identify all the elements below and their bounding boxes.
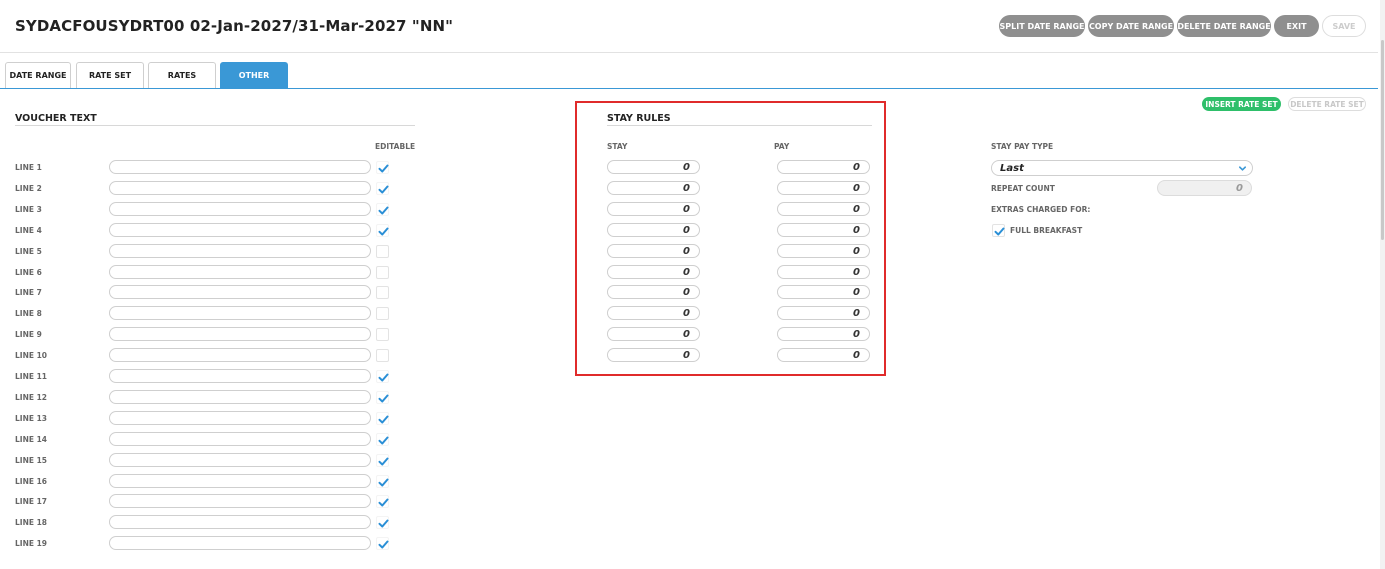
editable-checkbox[interactable] bbox=[376, 349, 389, 362]
check-icon bbox=[378, 185, 389, 194]
voucher-line-label: LINE 1 bbox=[15, 163, 42, 172]
voucher-line-input[interactable] bbox=[109, 515, 371, 529]
editable-checkbox[interactable] bbox=[376, 537, 389, 550]
voucher-line-label: LINE 3 bbox=[15, 205, 42, 214]
voucher-line-input[interactable] bbox=[109, 494, 371, 508]
check-icon bbox=[378, 206, 389, 215]
voucher-line-input[interactable] bbox=[109, 265, 371, 279]
voucher-line-label: LINE 4 bbox=[15, 226, 42, 235]
voucher-line-label: LINE 11 bbox=[15, 372, 48, 381]
check-icon bbox=[378, 478, 389, 487]
voucher-line-label: LINE 18 bbox=[15, 518, 48, 527]
editable-checkbox[interactable] bbox=[376, 286, 389, 299]
voucher-line-label: LINE 6 bbox=[15, 268, 42, 277]
voucher-line-label: LINE 9 bbox=[15, 330, 42, 339]
check-icon bbox=[378, 394, 389, 403]
check-icon bbox=[378, 519, 389, 528]
stay-pay-type-select[interactable]: Last bbox=[991, 160, 1253, 176]
editable-checkbox[interactable] bbox=[376, 307, 389, 320]
voucher-line-input[interactable] bbox=[109, 285, 371, 299]
repeat-count-input[interactable]: 0 bbox=[1157, 180, 1252, 196]
tab-date-range[interactable]: DATE RANGE bbox=[5, 62, 71, 88]
check-icon bbox=[994, 227, 1005, 236]
voucher-line-label: LINE 7 bbox=[15, 288, 42, 297]
voucher-line-input[interactable] bbox=[109, 202, 371, 216]
exit-button[interactable]: EXIT bbox=[1274, 15, 1319, 37]
voucher-line-input[interactable] bbox=[109, 411, 371, 425]
tab-rates[interactable]: RATES bbox=[148, 62, 216, 88]
voucher-line-input[interactable] bbox=[109, 536, 371, 550]
editable-checkbox[interactable] bbox=[376, 224, 389, 237]
editable-checkbox[interactable] bbox=[376, 412, 389, 425]
check-icon bbox=[378, 540, 389, 549]
voucher-line-label: LINE 15 bbox=[15, 456, 48, 465]
check-icon bbox=[378, 436, 389, 445]
editable-checkbox[interactable] bbox=[376, 161, 389, 174]
full-breakfast-label: FULL BREAKFAST bbox=[1010, 226, 1083, 235]
editable-checkbox[interactable] bbox=[376, 370, 389, 383]
voucher-line-label: LINE 5 bbox=[15, 247, 42, 256]
voucher-text-title: VOUCHER TEXT bbox=[15, 113, 97, 124]
tab-rate-set[interactable]: RATE SET bbox=[76, 62, 144, 88]
copy-date-range-button[interactable]: COPY DATE RANGE bbox=[1088, 15, 1174, 37]
voucher-line-input[interactable] bbox=[109, 453, 371, 467]
repeat-count-label: REPEAT COUNT bbox=[991, 184, 1055, 193]
voucher-line-label: LINE 14 bbox=[15, 435, 48, 444]
scrollbar-thumb[interactable] bbox=[1381, 40, 1384, 240]
voucher-line-label: LINE 12 bbox=[15, 393, 48, 402]
voucher-line-input[interactable] bbox=[109, 348, 371, 362]
check-icon bbox=[378, 164, 389, 173]
full-breakfast-checkbox[interactable] bbox=[992, 224, 1005, 237]
split-date-range-button[interactable]: SPLIT DATE RANGE bbox=[999, 15, 1085, 37]
editable-checkbox[interactable] bbox=[376, 266, 389, 279]
voucher-line-label: LINE 8 bbox=[15, 309, 42, 318]
check-icon bbox=[378, 227, 389, 236]
check-icon bbox=[378, 415, 389, 424]
voucher-line-input[interactable] bbox=[109, 306, 371, 320]
check-icon bbox=[378, 498, 389, 507]
voucher-line-label: LINE 2 bbox=[15, 184, 42, 193]
voucher-line-input[interactable] bbox=[109, 390, 371, 404]
tab-underline bbox=[0, 88, 1378, 89]
stay-pay-type-label: STAY PAY TYPE bbox=[991, 142, 1054, 151]
editable-checkbox[interactable] bbox=[376, 495, 389, 508]
editable-checkbox[interactable] bbox=[376, 433, 389, 446]
editable-checkbox[interactable] bbox=[376, 182, 389, 195]
voucher-line-input[interactable] bbox=[109, 160, 371, 174]
header-divider bbox=[0, 52, 1378, 53]
editable-header: EDITABLE bbox=[375, 142, 416, 151]
voucher-line-label: LINE 13 bbox=[15, 414, 48, 423]
voucher-line-input[interactable] bbox=[109, 223, 371, 237]
voucher-line-input[interactable] bbox=[109, 244, 371, 258]
editable-checkbox[interactable] bbox=[376, 391, 389, 404]
save-button[interactable]: SAVE bbox=[1322, 15, 1366, 37]
voucher-line-label: LINE 10 bbox=[15, 351, 48, 360]
chevron-down-icon bbox=[1238, 164, 1247, 176]
extras-charged-label: EXTRAS CHARGED FOR: bbox=[991, 205, 1091, 214]
delete-rate-set-button[interactable]: DELETE RATE SET bbox=[1288, 97, 1366, 111]
voucher-line-input[interactable] bbox=[109, 432, 371, 446]
stay-pay-type-value: Last bbox=[1000, 162, 1024, 174]
voucher-line-input[interactable] bbox=[109, 474, 371, 488]
voucher-line-label: LINE 19 bbox=[15, 539, 48, 548]
insert-rate-set-button[interactable]: INSERT RATE SET bbox=[1202, 97, 1281, 111]
editable-checkbox[interactable] bbox=[376, 454, 389, 467]
check-icon bbox=[378, 457, 389, 466]
editable-checkbox[interactable] bbox=[376, 516, 389, 529]
check-icon bbox=[378, 373, 389, 382]
voucher-text-rule bbox=[15, 125, 415, 126]
stay-rules-highlight bbox=[575, 101, 886, 376]
editable-checkbox[interactable] bbox=[376, 475, 389, 488]
voucher-line-input[interactable] bbox=[109, 181, 371, 195]
page-title: SYDACFOUSYDRT00 02-Jan-2027/31-Mar-2027 … bbox=[15, 17, 454, 35]
voucher-line-input[interactable] bbox=[109, 327, 371, 341]
voucher-line-input[interactable] bbox=[109, 369, 371, 383]
tab-other[interactable]: OTHER bbox=[220, 62, 288, 88]
voucher-line-label: LINE 16 bbox=[15, 477, 48, 486]
editable-checkbox[interactable] bbox=[376, 203, 389, 216]
delete-date-range-button[interactable]: DELETE DATE RANGE bbox=[1177, 15, 1271, 37]
editable-checkbox[interactable] bbox=[376, 328, 389, 341]
editable-checkbox[interactable] bbox=[376, 245, 389, 258]
voucher-line-label: LINE 17 bbox=[15, 497, 48, 506]
